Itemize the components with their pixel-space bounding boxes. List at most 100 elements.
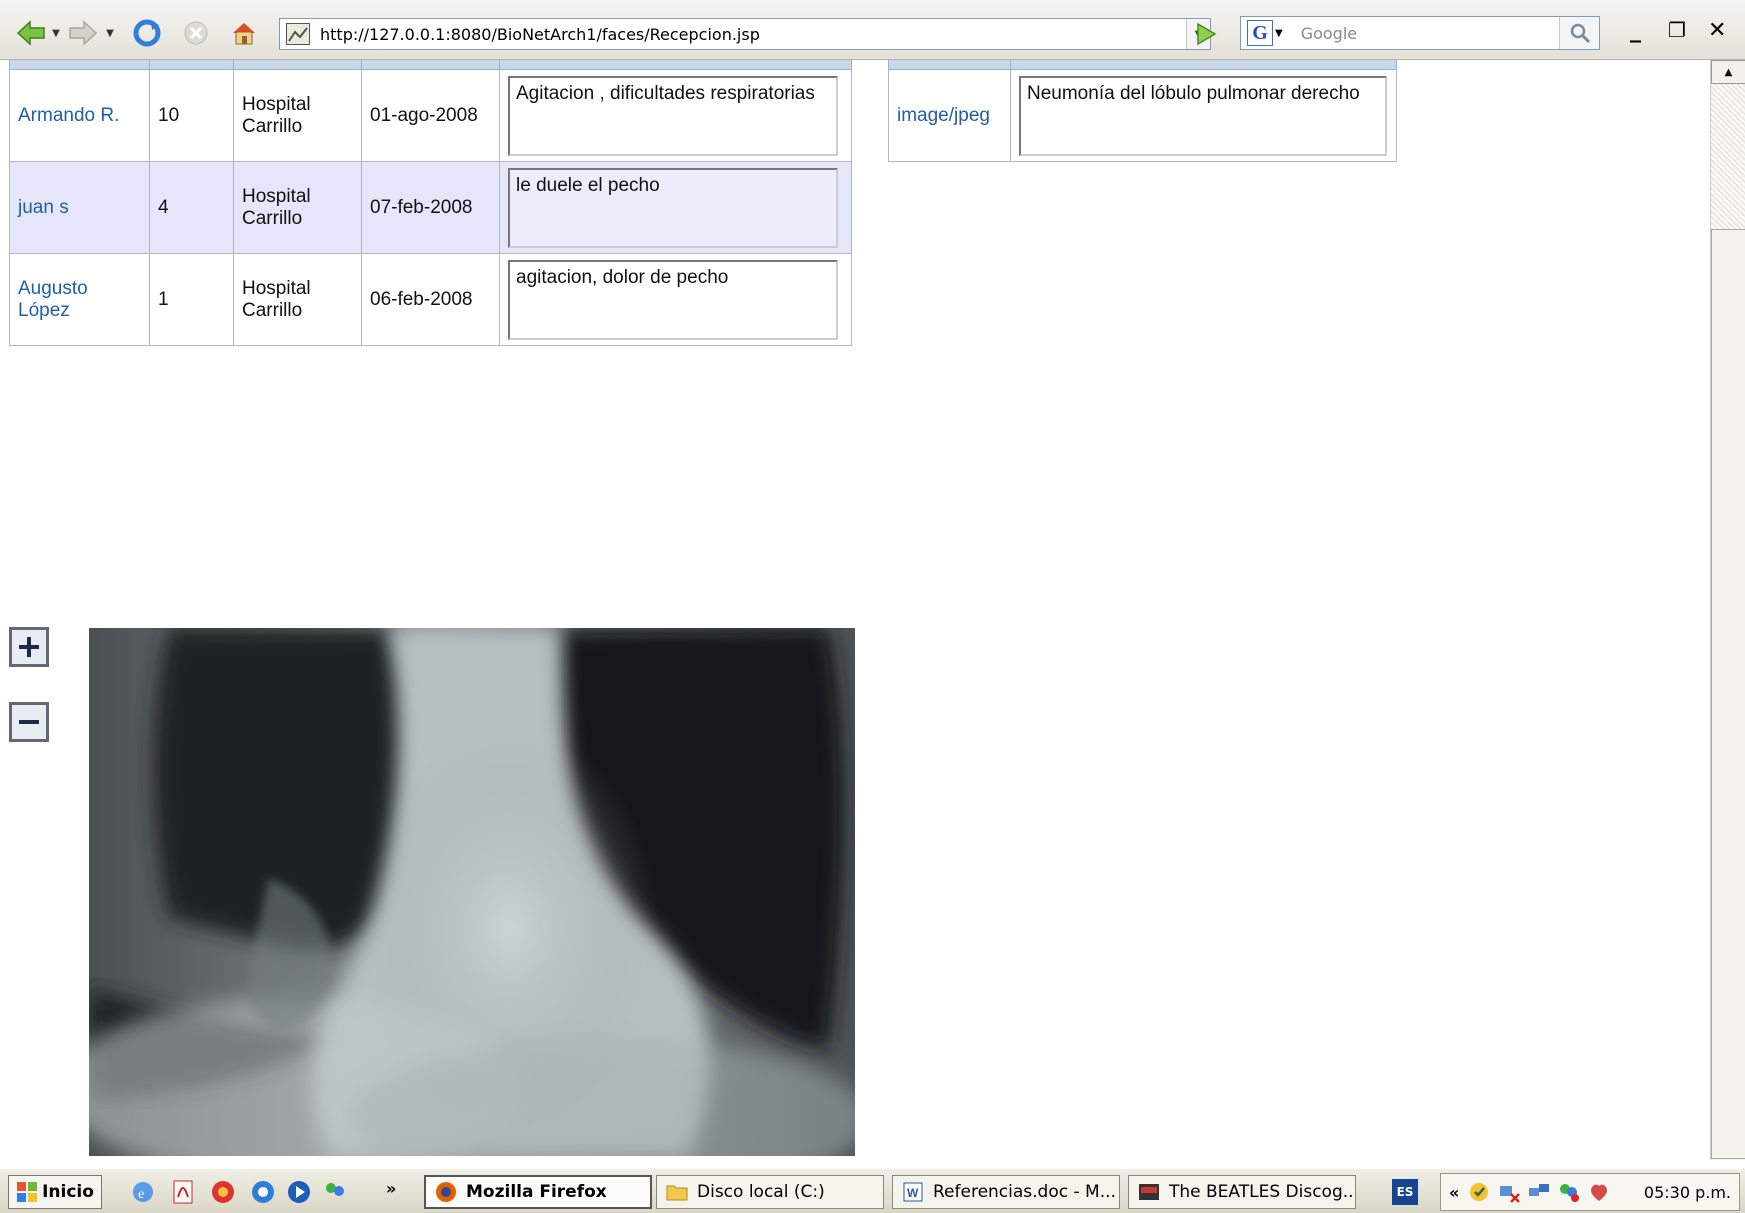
home-button[interactable] bbox=[228, 15, 260, 51]
chevron-down-icon: ▼ bbox=[52, 27, 60, 39]
stop-button[interactable] bbox=[181, 15, 211, 51]
column-header[interactable] bbox=[9, 60, 150, 70]
go-button[interactable] bbox=[1191, 18, 1221, 50]
patient-name-link[interactable]: Augusto López bbox=[18, 278, 88, 321]
zoom-out-button[interactable] bbox=[9, 702, 49, 742]
table-cell: Hospital Carrillo bbox=[233, 161, 362, 254]
tray-update-icon[interactable] bbox=[1467, 1180, 1491, 1204]
url-bar[interactable]: http://127.0.0.1:8080/BioNetArch1/faces/… bbox=[279, 18, 1211, 50]
favicon-icon bbox=[286, 23, 310, 45]
observations-textarea[interactable]: Agitacion , dificultades respiratorias bbox=[508, 75, 838, 156]
task-disco-local[interactable]: Disco local (C:) bbox=[656, 1175, 884, 1209]
chest-xray-image bbox=[89, 628, 855, 1156]
forward-arrow-icon bbox=[69, 20, 98, 46]
table-cell: Hospital Carrillo bbox=[233, 253, 362, 346]
task-label: Disco local (C:) bbox=[697, 1182, 825, 1202]
quicklaunch-ie-icon[interactable]: e bbox=[130, 1179, 156, 1205]
taskbar: Inicio e » Mozilla Firefox Disco local (… bbox=[0, 1168, 1745, 1213]
tray-messenger-icon[interactable] bbox=[1557, 1180, 1581, 1204]
firefox-icon bbox=[436, 1182, 456, 1202]
reload-button[interactable] bbox=[132, 15, 162, 51]
windows-logo-icon bbox=[17, 1182, 38, 1202]
engine-dropdown-icon[interactable]: ▼ bbox=[1275, 28, 1283, 39]
table-cell: 06-feb-2008 bbox=[361, 253, 500, 346]
minimize-button[interactable]: _ bbox=[1630, 18, 1641, 43]
table-row: juan s 4 Hospital Carrillo 07-feb-2008 l… bbox=[9, 161, 852, 254]
column-header[interactable] bbox=[499, 60, 852, 70]
home-icon bbox=[233, 23, 255, 45]
table-cell: Hospital Carrillo bbox=[233, 69, 362, 162]
back-arrow-icon bbox=[16, 20, 45, 46]
forward-button[interactable] bbox=[68, 15, 98, 51]
task-label: Referencias.doc - M... bbox=[933, 1182, 1116, 1202]
table-cell: 10 bbox=[149, 69, 234, 162]
tray-security-icon[interactable] bbox=[1587, 1180, 1611, 1204]
task-label: Mozilla Firefox bbox=[466, 1182, 607, 1202]
back-history-dropdown[interactable]: ▼ bbox=[50, 15, 62, 51]
quicklaunch-messenger-icon[interactable] bbox=[322, 1179, 348, 1205]
reload-icon bbox=[133, 19, 161, 47]
svg-text:W: W bbox=[907, 1186, 919, 1200]
close-button[interactable]: ✕ bbox=[1708, 18, 1726, 43]
table-cell: 01-ago-2008 bbox=[361, 69, 500, 162]
table-cell: 1 bbox=[149, 253, 234, 346]
task-referencias-doc[interactable]: W Referencias.doc - M... bbox=[892, 1175, 1120, 1209]
column-header[interactable] bbox=[1010, 60, 1397, 70]
observations-textarea[interactable]: agitacion, dolor de pecho bbox=[508, 259, 838, 340]
images-table: image/jpeg Neumonía del lóbulo pulmonar … bbox=[888, 60, 1397, 162]
quicklaunch-pdf-icon[interactable] bbox=[170, 1179, 196, 1205]
language-indicator[interactable]: ES bbox=[1392, 1179, 1418, 1205]
start-button[interactable]: Inicio bbox=[8, 1175, 102, 1209]
system-tray: « 05:30 p.m. bbox=[1440, 1173, 1740, 1211]
image-type-link[interactable]: image/jpeg bbox=[897, 105, 990, 126]
restore-button[interactable]: ❐ bbox=[1668, 18, 1686, 42]
forward-history-dropdown[interactable]: ▼ bbox=[104, 15, 116, 51]
google-engine-icon[interactable]: G bbox=[1247, 20, 1273, 46]
scroll-thumb[interactable] bbox=[1711, 229, 1745, 1159]
table-cell: 07-feb-2008 bbox=[361, 161, 500, 254]
patients-table: Armando R. 10 Hospital Carrillo 01-ago-2… bbox=[9, 60, 852, 346]
word-document-icon: W bbox=[903, 1182, 923, 1202]
scroll-up-button[interactable]: ▲ bbox=[1711, 60, 1745, 84]
scroll-track[interactable] bbox=[1711, 84, 1745, 229]
magnifier-icon bbox=[1570, 23, 1590, 44]
column-header[interactable] bbox=[149, 60, 234, 70]
table-row: Augusto López 1 Hospital Carrillo 06-feb… bbox=[9, 253, 852, 346]
zoom-in-icon bbox=[19, 637, 39, 657]
column-header[interactable] bbox=[361, 60, 500, 70]
tray-network-disconnected-icon[interactable] bbox=[1497, 1180, 1521, 1204]
patient-name-link[interactable]: Armando R. bbox=[18, 105, 119, 126]
back-button[interactable] bbox=[16, 15, 46, 51]
chevron-down-icon: ▼ bbox=[106, 27, 114, 39]
column-header[interactable] bbox=[233, 60, 362, 70]
start-label: Inicio bbox=[42, 1182, 94, 1202]
system-clock[interactable]: 05:30 p.m. bbox=[1644, 1183, 1731, 1202]
tray-expand-button[interactable]: « bbox=[1449, 1183, 1459, 1202]
zoom-out-icon bbox=[19, 720, 39, 724]
table-row: Armando R. 10 Hospital Carrillo 01-ago-2… bbox=[9, 69, 852, 162]
observations-textarea[interactable]: le duele el pecho bbox=[508, 167, 838, 248]
task-label: The BEATLES Discog... bbox=[1169, 1182, 1356, 1202]
image-observations-textarea[interactable]: Neumonía del lóbulo pulmonar derecho bbox=[1019, 75, 1387, 156]
page-content: Armando R. 10 Hospital Carrillo 01-ago-2… bbox=[0, 60, 1710, 1170]
search-bar[interactable]: G ▼ Google bbox=[1240, 16, 1600, 50]
patient-name-link[interactable]: juan s bbox=[18, 197, 69, 218]
vertical-scrollbar[interactable]: ▲ bbox=[1710, 60, 1745, 1160]
chevron-up-icon: ▲ bbox=[1724, 66, 1733, 78]
task-firefox[interactable]: Mozilla Firefox bbox=[424, 1175, 652, 1209]
go-arrow-icon bbox=[1197, 22, 1217, 46]
search-button[interactable] bbox=[1559, 17, 1599, 49]
task-beatles[interactable]: The BEATLES Discog... bbox=[1128, 1175, 1356, 1209]
table-header-row bbox=[9, 60, 852, 70]
beatles-page-icon bbox=[1139, 1184, 1159, 1200]
url-text: http://127.0.0.1:8080/BioNetArch1/faces/… bbox=[320, 24, 760, 44]
quicklaunch-search-icon[interactable] bbox=[250, 1179, 276, 1205]
search-input[interactable]: Google bbox=[1301, 24, 1559, 43]
tray-network-icon[interactable] bbox=[1527, 1180, 1551, 1204]
quicklaunch-overflow-button[interactable]: » bbox=[386, 1179, 396, 1198]
folder-icon bbox=[666, 1185, 688, 1201]
quicklaunch-player-icon[interactable] bbox=[286, 1179, 312, 1205]
quicklaunch-media-icon[interactable] bbox=[210, 1179, 236, 1205]
column-header[interactable] bbox=[888, 60, 1011, 70]
zoom-in-button[interactable] bbox=[9, 627, 49, 667]
